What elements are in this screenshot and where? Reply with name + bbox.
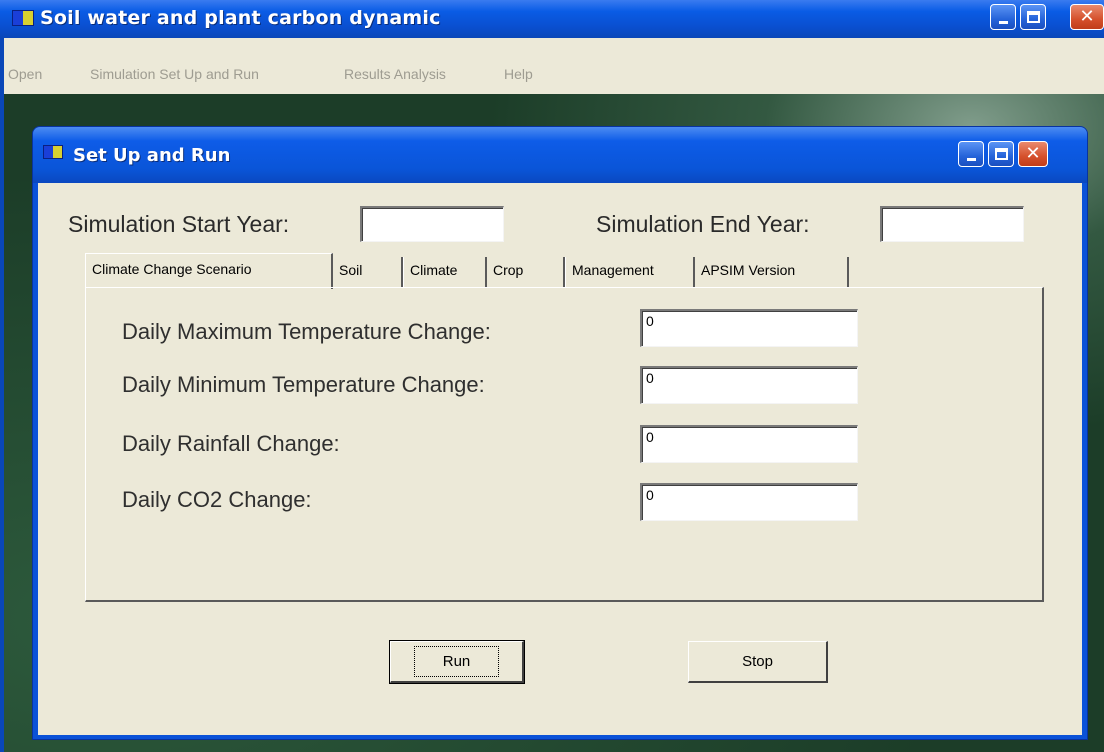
start-year-input[interactable] bbox=[360, 206, 504, 242]
tab-crop[interactable]: Crop bbox=[487, 257, 565, 287]
main-window-border bbox=[0, 38, 4, 752]
minimize-button[interactable] bbox=[990, 4, 1016, 30]
dialog-app-icon bbox=[43, 145, 63, 159]
maximize-icon bbox=[1026, 11, 1040, 23]
dialog-title: Set Up and Run bbox=[73, 145, 231, 166]
dialog-minimize-button[interactable] bbox=[958, 141, 984, 167]
main-titlebar: Soil water and plant carbon dynamic ✕ bbox=[0, 0, 1104, 38]
field-label-min-temp: Daily Minimum Temperature Change: bbox=[122, 372, 485, 397]
tab-soil[interactable]: Soil bbox=[333, 257, 403, 287]
run-button-label: Run bbox=[413, 646, 500, 677]
dialog-close-button[interactable]: ✕ bbox=[1018, 141, 1048, 167]
close-button[interactable]: ✕ bbox=[1070, 4, 1104, 30]
start-year-label: Simulation Start Year: bbox=[68, 211, 290, 237]
menu-help[interactable]: Help bbox=[504, 66, 533, 82]
co2-change-input[interactable]: 0 bbox=[640, 483, 858, 521]
min-temp-change-input[interactable]: 0 bbox=[640, 366, 858, 404]
max-temp-change-input[interactable]: 0 bbox=[640, 309, 858, 347]
end-year-label: Simulation End Year: bbox=[596, 211, 810, 237]
tab-apsim-version[interactable]: APSIM Version bbox=[695, 257, 849, 287]
maximize-button[interactable] bbox=[1020, 4, 1046, 30]
close-icon: ✕ bbox=[1025, 143, 1041, 164]
app-icon bbox=[12, 10, 34, 26]
field-label-co2: Daily CO2 Change: bbox=[122, 487, 312, 512]
tab-climate[interactable]: Climate bbox=[403, 257, 487, 287]
dialog-titlebar: Set Up and Run ✕ bbox=[33, 127, 1087, 183]
rainfall-change-input[interactable]: 0 bbox=[640, 425, 858, 463]
menu-results-analysis[interactable]: Results Analysis bbox=[344, 66, 446, 82]
field-label-max-temp: Daily Maximum Temperature Change: bbox=[122, 319, 491, 344]
minimize-icon bbox=[998, 20, 1008, 24]
main-window-title: Soil water and plant carbon dynamic bbox=[40, 7, 441, 29]
maximize-icon bbox=[994, 148, 1008, 160]
run-button[interactable]: Run bbox=[389, 640, 525, 684]
close-icon: ✕ bbox=[1079, 6, 1095, 27]
tab-climate-change-scenario[interactable]: Climate Change Scenario bbox=[85, 253, 333, 289]
menu-simulation-set-up[interactable]: Simulation Set Up and Run bbox=[90, 66, 259, 82]
dialog-maximize-button[interactable] bbox=[988, 141, 1014, 167]
menu-open[interactable]: Open bbox=[8, 66, 42, 82]
end-year-input[interactable] bbox=[880, 206, 1024, 242]
minimize-icon bbox=[966, 157, 976, 161]
tab-management[interactable]: Management bbox=[565, 257, 695, 287]
field-label-rainfall: Daily Rainfall Change: bbox=[122, 431, 340, 456]
stop-button[interactable]: Stop bbox=[688, 641, 828, 683]
